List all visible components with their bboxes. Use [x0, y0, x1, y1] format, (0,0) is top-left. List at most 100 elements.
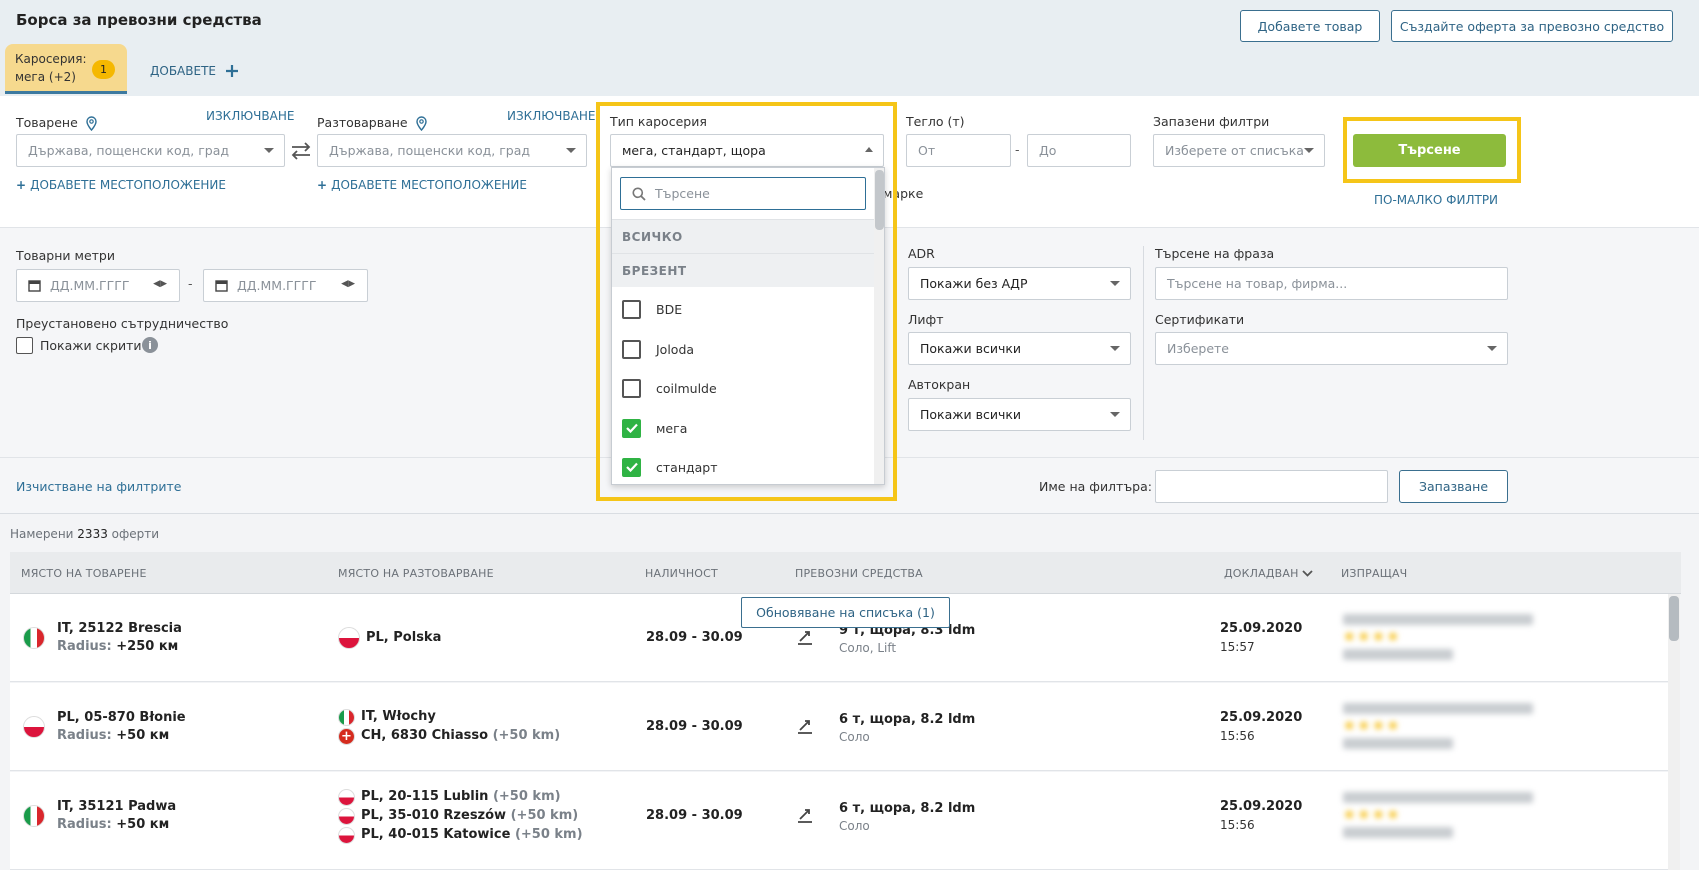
body-type-dropdown: Търсене ВСИЧКО БРЕЗЕНТ BDE Joloda coilmu… [611, 167, 885, 485]
adr-label: ADR [908, 246, 935, 261]
filter-name-input[interactable] [1155, 470, 1388, 503]
checkbox-unchecked[interactable] [622, 299, 641, 319]
crane-select[interactable]: Покажи всички [908, 398, 1131, 431]
phrase-search-input[interactable]: Търсене на товар, фирма... [1155, 267, 1508, 300]
unloading-location-select[interactable]: Държава, пощенски код, град [317, 134, 587, 167]
chevron-down-icon [264, 148, 274, 153]
vehicle-summary: 6 т, щора, 8.2 ldm [839, 712, 976, 727]
calendar-icon [28, 280, 41, 292]
fewer-filters-link[interactable]: ПО-МАЛКО ФИЛТРИ [1374, 193, 1498, 207]
dropdown-group-tarp[interactable]: БРЕЗЕНТ [612, 253, 874, 287]
clear-filters-link[interactable]: Изчистване на филтрите [16, 479, 181, 494]
dropdown-item-label: стандарт [656, 459, 718, 475]
results-table-header: МЯСТО НА ТОВАРЕНЕ МЯСТО НА РАЗТОВАРВАНЕ … [10, 552, 1681, 594]
column-header-loading[interactable]: МЯСТО НА ТОВАРЕНЕ [21, 567, 147, 580]
loading-radius: Radius: +250 км [57, 639, 179, 654]
date-from-input[interactable]: ДД.ММ.ГГГГ ◀▶ [16, 269, 180, 302]
table-row[interactable]: IT, 35121 Padwa Radius: +50 км PL, 20-11… [10, 772, 1668, 870]
checkbox-checked[interactable] [622, 457, 641, 477]
lift-label: Лифт [908, 312, 944, 327]
plus-icon [226, 65, 238, 77]
swap-arrows-icon[interactable] [290, 142, 312, 160]
loading-exclude-link[interactable]: ИЗКЛЮЧВАНЕ [206, 109, 294, 123]
add-tab-button[interactable]: ДОБАВЕТЕ [150, 64, 238, 78]
weight-from-input[interactable]: От [906, 134, 1011, 167]
loading-label: Товарене [16, 115, 97, 131]
results-count: Намерени 2333 оферти [10, 527, 160, 541]
column-header-vehicles[interactable]: ПРЕВОЗНИ СРЕДСТВА [795, 567, 923, 580]
search-button[interactable]: Търсене [1353, 134, 1506, 167]
unloading-add-location-link[interactable]: + ДОБАВЕТЕ МЕСТОПОЛОЖЕНИЕ [317, 178, 527, 192]
reported-time: 15:56 [1220, 818, 1255, 832]
sender-blurred: ★★★★ [1343, 703, 1533, 749]
unloading-place: PL, 20-115 Lublin (+50 km) [361, 789, 561, 804]
truck-ramp-icon [798, 631, 812, 645]
weight-to-input[interactable]: До [1027, 134, 1131, 167]
dropdown-group-all[interactable]: ВСИЧКО [612, 219, 874, 253]
dropdown-item[interactable]: coilmulde [612, 369, 874, 407]
show-hidden-checkbox[interactable] [16, 337, 33, 354]
dropdown-search-input[interactable]: Търсене [620, 177, 866, 210]
loading-place: IT, 35121 Padwa [57, 799, 177, 814]
checkbox-unchecked[interactable] [622, 339, 641, 359]
suspended-cooperation-label: Преустановено сътрудничество [16, 316, 229, 331]
calendar-icon [215, 280, 228, 292]
cargo-meters-label: Товарни метри [16, 248, 115, 263]
checkmark-icon [625, 462, 638, 472]
dropdown-item[interactable]: мега [612, 409, 874, 447]
poland-flag-icon [23, 716, 45, 738]
loading-add-location-link[interactable]: + ДОБАВЕТЕ МЕСТОПОЛОЖЕНИЕ [16, 178, 226, 192]
checkbox-unchecked[interactable] [622, 378, 641, 398]
range-dash: - [1015, 142, 1020, 157]
column-header-sender[interactable]: ИЗПРАЩАЧ [1341, 567, 1407, 580]
reported-date: 25.09.2020 [1220, 621, 1303, 636]
dropdown-item-label: Joloda [656, 341, 695, 357]
stepper-arrows-icon[interactable]: ◀▶ [153, 279, 167, 289]
location-pin-icon [415, 116, 427, 131]
sort-chevron-down-icon [1302, 570, 1313, 577]
checkbox-checked[interactable] [622, 418, 641, 438]
unloading-exclude-link[interactable]: ИЗКЛЮЧВАНЕ [507, 109, 595, 123]
loading-location-select[interactable]: Държава, пощенски код, град [16, 134, 285, 167]
dropdown-scrollbar-thumb[interactable] [875, 170, 884, 230]
reported-date: 25.09.2020 [1220, 799, 1303, 814]
lift-select[interactable]: Покажи всички [908, 332, 1131, 365]
weight-label: Тегло (т) [906, 114, 965, 129]
info-icon[interactable]: i [142, 337, 158, 353]
vehicle-summary: 6 т, щора, 8.2 ldm [839, 801, 976, 816]
chevron-down-icon [566, 148, 576, 153]
chevron-down-icon [1487, 346, 1497, 351]
dropdown-item[interactable]: Joloda [612, 330, 874, 368]
table-row[interactable]: PL, 05-870 Błonie Radius: +50 км IT, Wło… [10, 683, 1668, 771]
refresh-list-button[interactable]: Обновяване на списъка (1) [741, 597, 950, 628]
unloading-label: Разтоварване [317, 115, 427, 131]
create-vehicle-offer-button[interactable]: Създайте оферта за превозно средство [1391, 10, 1673, 42]
date-to-input[interactable]: ДД.ММ.ГГГГ ◀▶ [203, 269, 368, 302]
column-header-availability[interactable]: НАЛИЧНОСТ [645, 567, 718, 580]
dropdown-item-label: мега [656, 420, 688, 436]
adr-select[interactable]: Покажи без АДР [908, 267, 1131, 300]
add-goods-button[interactable]: Добавете товар [1240, 10, 1380, 42]
results-scrollbar-thumb[interactable] [1669, 596, 1679, 641]
saved-filters-label: Запазени филтри [1153, 114, 1270, 129]
dropdown-item[interactable]: BDE [612, 290, 874, 328]
show-hidden-label: Покажи скрити [40, 338, 142, 353]
phrase-search-label: Търсене на фраза [1155, 246, 1275, 261]
stepper-arrows-icon[interactable]: ◀▶ [341, 279, 355, 289]
dropdown-item[interactable]: стандарт [612, 448, 874, 484]
chevron-down-icon [1304, 148, 1314, 153]
poland-flag-icon [338, 808, 355, 825]
certificates-select[interactable]: Изберете [1155, 332, 1508, 365]
column-header-unloading[interactable]: МЯСТО НА РАЗТОВАРВАНЕ [338, 567, 494, 580]
divider [1143, 246, 1144, 440]
availability: 28.09 - 30.09 [646, 630, 743, 645]
poland-flag-icon [338, 627, 360, 649]
page-title: Борса за превозни средства [16, 11, 262, 29]
column-header-reported[interactable]: ДОКЛАДВАН [1224, 567, 1313, 580]
reported-date: 25.09.2020 [1220, 710, 1303, 725]
saved-filters-select[interactable]: Изберете от списъка [1153, 134, 1325, 167]
reported-time: 15:56 [1220, 729, 1255, 743]
poland-flag-icon [338, 827, 355, 844]
save-filter-button[interactable]: Запазване [1399, 470, 1508, 503]
add-tab-label: ДОБАВЕТЕ [150, 64, 216, 78]
